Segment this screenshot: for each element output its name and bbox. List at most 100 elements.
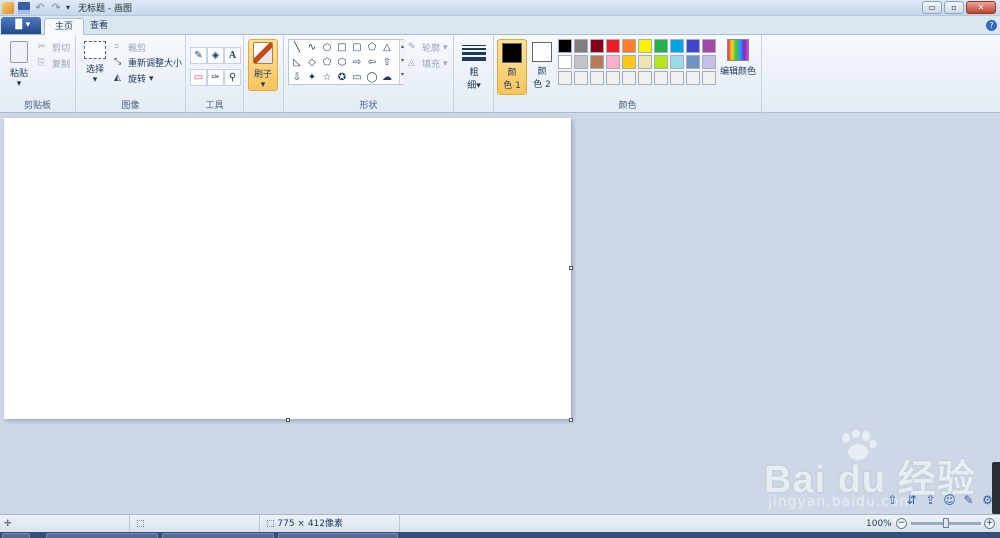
save-icon[interactable] xyxy=(18,1,30,14)
eraser-icon[interactable]: ▭ xyxy=(190,69,207,86)
palette-swatch[interactable] xyxy=(606,71,620,85)
palette-swatch[interactable] xyxy=(638,39,652,53)
palette-swatch[interactable] xyxy=(670,39,684,53)
shape-item[interactable]: ☆ xyxy=(320,71,334,84)
shape-item[interactable]: ⬠ xyxy=(365,41,379,54)
resize-button[interactable]: ⤡ 重新调整大小 xyxy=(114,56,182,69)
size-button[interactable]: 粗 细▾ xyxy=(458,39,490,91)
select-button[interactable]: 选择 ▾ xyxy=(82,41,108,85)
customize-quick-access-icon[interactable]: ▾ xyxy=(66,3,70,12)
help-icon[interactable]: ? xyxy=(986,20,997,31)
taskbar-item[interactable] xyxy=(46,533,158,538)
shape-item[interactable]: ✦ xyxy=(305,71,319,84)
palette-swatch[interactable] xyxy=(654,39,668,53)
palette-swatch[interactable] xyxy=(622,71,636,85)
zoom-in-button[interactable]: + xyxy=(984,518,995,529)
align-icon[interactable]: ⇵ xyxy=(903,492,920,509)
palette-swatch[interactable] xyxy=(574,71,588,85)
undo-icon[interactable]: ↶ xyxy=(34,1,46,14)
palette-swatch[interactable] xyxy=(638,71,652,85)
brushes-button[interactable]: 刷子 ▾ xyxy=(248,39,278,91)
shape-item[interactable]: △ xyxy=(380,41,394,54)
fill-button[interactable]: ◬ 填充 ▾ xyxy=(408,57,448,70)
palette-swatch[interactable] xyxy=(702,55,716,69)
taskbar-item[interactable] xyxy=(162,533,274,538)
magnifier-icon[interactable]: ⚲ xyxy=(224,69,241,86)
palette-swatch[interactable] xyxy=(686,55,700,69)
smile-icon[interactable]: ☺ xyxy=(941,492,958,509)
palette-swatch[interactable] xyxy=(558,71,572,85)
shape-item[interactable]: ⇦ xyxy=(365,56,379,69)
zoom-out-button[interactable]: − xyxy=(896,518,907,529)
palette-swatch[interactable] xyxy=(654,71,668,85)
palette-swatch[interactable] xyxy=(574,39,588,53)
palette-swatch[interactable] xyxy=(590,71,604,85)
shape-item[interactable]: ⬡ xyxy=(335,56,349,69)
fill-bucket-icon[interactable]: ◈ xyxy=(207,47,224,64)
color1-button[interactable]: 颜 色 1 xyxy=(497,39,527,95)
maximize-button[interactable]: ▫ xyxy=(944,1,964,14)
palette-swatch[interactable] xyxy=(670,55,684,69)
palette-swatch[interactable] xyxy=(686,39,700,53)
minimize-button[interactable]: ▭ xyxy=(922,1,942,14)
palette-swatch[interactable] xyxy=(606,39,620,53)
cut-button[interactable]: ✂ 剪切 xyxy=(38,41,70,54)
taskbar-item[interactable] xyxy=(278,533,398,538)
shape-item[interactable]: ▭ xyxy=(350,71,364,84)
redo-icon[interactable]: ↷ xyxy=(50,1,62,14)
palette-swatch[interactable] xyxy=(574,55,588,69)
close-button[interactable]: ✕ xyxy=(966,1,996,14)
shape-item[interactable]: ⇧ xyxy=(380,56,394,69)
palette-swatch[interactable] xyxy=(702,39,716,53)
shape-item[interactable]: □ xyxy=(335,41,349,54)
start-button[interactable] xyxy=(2,533,30,538)
shape-item[interactable]: ◇ xyxy=(305,56,319,69)
resize-handle-corner[interactable] xyxy=(569,418,573,422)
edit-colors-button[interactable]: 编辑颜色 xyxy=(718,39,758,77)
resize-handle-right[interactable] xyxy=(569,266,573,270)
shape-item[interactable]: ◯ xyxy=(365,71,379,84)
shape-item[interactable]: ○ xyxy=(320,41,334,54)
shape-item[interactable]: ∿ xyxy=(305,41,319,54)
palette-swatch[interactable] xyxy=(622,55,636,69)
zoom-slider-thumb[interactable] xyxy=(943,518,949,528)
crop-button[interactable]: ⌗ 裁剪 xyxy=(114,41,146,54)
palette-swatch[interactable] xyxy=(670,71,684,85)
drawing-canvas[interactable] xyxy=(4,118,571,419)
shape-item[interactable]: ◺ xyxy=(290,56,304,69)
shape-item[interactable]: ▢ xyxy=(350,41,364,54)
text-tool-icon[interactable]: A xyxy=(224,47,241,64)
color-picker-icon[interactable]: ✑ xyxy=(207,69,224,86)
shape-item[interactable]: ☁ xyxy=(380,71,394,84)
zoom-slider[interactable] xyxy=(911,518,981,528)
palette-swatch[interactable] xyxy=(558,39,572,53)
shape-item[interactable]: ⇨ xyxy=(350,56,364,69)
outline-button[interactable]: ✎ 轮廓 ▾ xyxy=(408,41,448,54)
shape-item[interactable]: ╲ xyxy=(290,41,304,54)
palette-swatch[interactable] xyxy=(702,71,716,85)
palette-swatch[interactable] xyxy=(606,55,620,69)
paint-app-icon[interactable] xyxy=(2,1,14,14)
palette-swatch[interactable] xyxy=(622,39,636,53)
share-icon[interactable]: ⇧ xyxy=(884,492,901,509)
palette-swatch[interactable] xyxy=(654,55,668,69)
palette-swatch[interactable] xyxy=(590,39,604,53)
paste-button[interactable]: 粘贴 ▾ xyxy=(6,41,32,89)
tab-view[interactable]: 查看 xyxy=(80,18,118,35)
shape-item[interactable]: ✪ xyxy=(335,71,349,84)
palette-swatch[interactable] xyxy=(638,55,652,69)
rotate-button[interactable]: ◭ 旋转 ▾ xyxy=(114,72,154,85)
upload-icon[interactable]: ⇪ xyxy=(922,492,939,509)
pencil-icon[interactable]: ✎ xyxy=(190,47,207,64)
shape-item[interactable]: ⬠ xyxy=(320,56,334,69)
palette-swatch[interactable] xyxy=(686,71,700,85)
palette-swatch[interactable] xyxy=(590,55,604,69)
shape-item[interactable]: ⇩ xyxy=(290,71,304,84)
color2-button[interactable]: 颜 色 2 xyxy=(527,39,557,95)
file-menu-button[interactable]: ▐▌▾ xyxy=(1,17,41,34)
tab-home[interactable]: 主页 xyxy=(44,18,85,35)
palette-swatch[interactable] xyxy=(558,55,572,69)
resize-handle-bottom[interactable] xyxy=(286,418,290,422)
copy-button[interactable]: ⎘ 复制 xyxy=(38,57,70,70)
edit-icon[interactable]: ✎ xyxy=(960,492,977,509)
